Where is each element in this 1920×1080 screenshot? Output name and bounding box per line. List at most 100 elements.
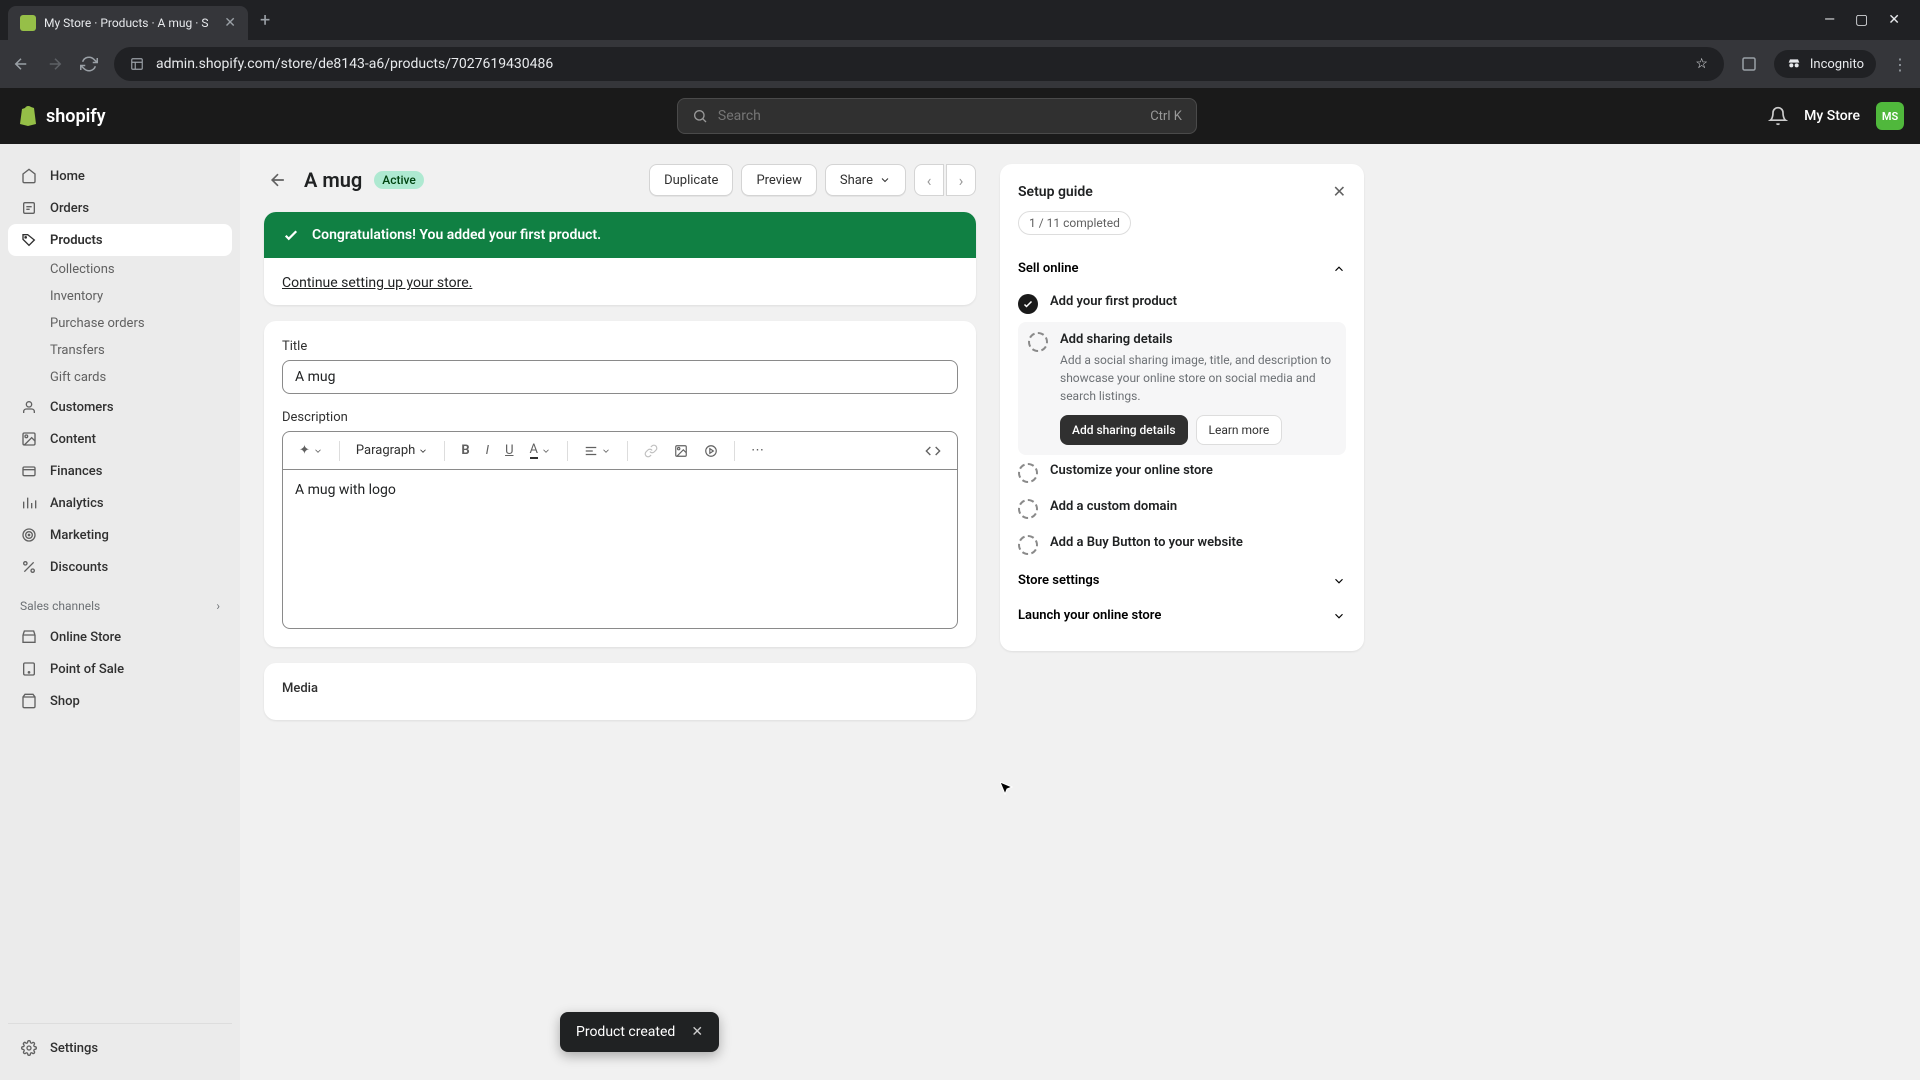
setup-step-domain[interactable]: Add a custom domain <box>1018 491 1346 527</box>
setup-section-launch[interactable]: Launch your online store <box>1018 598 1346 633</box>
success-banner: Congratulations! You added your first pr… <box>264 212 976 305</box>
notifications-icon[interactable] <box>1768 106 1788 126</box>
close-setup-icon[interactable]: ✕ <box>1333 182 1346 201</box>
banner-top: Congratulations! You added your first pr… <box>264 212 976 258</box>
back-arrow-icon[interactable] <box>264 166 292 194</box>
rte-image[interactable] <box>668 440 694 462</box>
pager-prev[interactable]: ‹ <box>914 164 944 196</box>
store-name[interactable]: My Store <box>1804 108 1860 124</box>
share-button[interactable]: Share <box>825 164 906 196</box>
reload-icon[interactable] <box>80 55 98 73</box>
sidebar-item-orders[interactable]: Orders <box>8 192 232 224</box>
rte-link[interactable] <box>638 440 664 462</box>
step-check-empty <box>1018 463 1038 483</box>
rte-toolbar: ✦ Paragraph B I U A ⋯ <box>282 431 958 469</box>
sidebar-item-discounts[interactable]: Discounts <box>8 551 232 583</box>
rte-underline[interactable]: U <box>499 439 519 462</box>
description-editor[interactable]: A mug with logo <box>282 469 958 629</box>
forward-icon[interactable] <box>46 55 64 73</box>
shopify-logo[interactable]: shopify <box>16 104 106 128</box>
url-bar[interactable]: admin.shopify.com/store/de8143-a6/produc… <box>114 47 1724 81</box>
setup-step-first-product[interactable]: Add your first product <box>1018 286 1346 322</box>
setup-section-sell-online[interactable]: Sell online <box>1018 251 1346 286</box>
rte-more[interactable]: ⋯ <box>745 439 770 462</box>
sidebar-item-marketing[interactable]: Marketing <box>8 519 232 551</box>
avatar[interactable]: MS <box>1876 102 1904 130</box>
setup-step-sharing[interactable]: Add sharing details Add a social sharing… <box>1018 322 1346 455</box>
main-content: A mug Active Duplicate Preview Share ‹ ›… <box>240 144 1000 1080</box>
preview-button[interactable]: Preview <box>741 164 816 196</box>
learn-more-button[interactable]: Learn more <box>1196 415 1283 445</box>
sales-channels-header[interactable]: Sales channels› <box>8 583 232 621</box>
search-input[interactable] <box>718 108 1140 124</box>
incognito-badge[interactable]: Incognito <box>1774 50 1876 78</box>
right-panel: Setup guide ✕ 1 / 11 completed Sell onli… <box>1000 144 1380 1080</box>
media-card: Media <box>264 663 976 720</box>
minimize-icon[interactable]: — <box>1824 12 1835 28</box>
sidebar-item-customers[interactable]: Customers <box>8 391 232 423</box>
search-box[interactable]: Ctrl K <box>677 98 1197 134</box>
step-check-empty <box>1018 535 1038 555</box>
chevron-down-icon <box>1332 609 1346 623</box>
sidebar-item-home[interactable]: Home <box>8 160 232 192</box>
back-icon[interactable] <box>12 55 30 73</box>
sidebar-sub-gift-cards[interactable]: Gift cards <box>8 364 232 391</box>
chevron-down-icon <box>879 174 891 186</box>
browser-menu-icon[interactable]: ⋮ <box>1892 55 1908 74</box>
rte-color[interactable]: A <box>524 438 557 463</box>
sidebar-item-analytics[interactable]: Analytics <box>8 487 232 519</box>
shopify-icon <box>16 104 40 128</box>
rte-html-toggle[interactable] <box>919 439 947 463</box>
chevron-down-icon <box>1332 574 1346 588</box>
setup-step-buy-button[interactable]: Add a Buy Button to your website <box>1018 527 1346 563</box>
step-check-done <box>1018 294 1038 314</box>
rte-italic[interactable]: I <box>480 439 495 462</box>
marketing-icon <box>20 526 38 544</box>
sidebar-sub-collections[interactable]: Collections <box>8 256 232 283</box>
incognito-icon <box>1786 56 1802 72</box>
title-input[interactable] <box>282 360 958 394</box>
rte-align[interactable] <box>578 440 617 462</box>
sidebar-item-finances[interactable]: Finances <box>8 455 232 487</box>
sidebar-item-pos[interactable]: Point of Sale <box>8 653 232 685</box>
description-label: Description <box>282 410 958 425</box>
search-icon <box>692 108 708 124</box>
rte-paragraph-select[interactable]: Paragraph <box>350 439 434 462</box>
sidebar-item-shop[interactable]: Shop <box>8 685 232 717</box>
customers-icon <box>20 398 38 416</box>
app-container: shopify Ctrl K My Store MS Home Orders P… <box>0 88 1920 1080</box>
setup-step-customize[interactable]: Customize your online store <box>1018 455 1346 491</box>
url-text: admin.shopify.com/store/de8143-a6/produc… <box>156 56 1683 72</box>
new-tab-button[interactable]: + <box>260 10 270 31</box>
rte-magic-icon[interactable]: ✦ <box>293 439 329 462</box>
setup-title: Setup guide <box>1018 184 1093 200</box>
browser-tab[interactable]: My Store · Products · A mug · S ✕ <box>8 6 248 40</box>
check-icon <box>282 226 300 244</box>
sidebar-sub-purchase-orders[interactable]: Purchase orders <box>8 310 232 337</box>
rte-video[interactable] <box>698 440 724 462</box>
site-settings-icon[interactable] <box>130 57 144 71</box>
add-sharing-button[interactable]: Add sharing details <box>1060 415 1188 445</box>
bookmark-icon[interactable]: ☆ <box>1695 56 1708 72</box>
home-icon <box>20 167 38 185</box>
close-tab-icon[interactable]: ✕ <box>224 15 236 31</box>
window-controls: — ▢ ✕ <box>1824 12 1912 28</box>
extensions-icon[interactable] <box>1740 55 1758 73</box>
rte-bold[interactable]: B <box>455 439 475 462</box>
toast-close-icon[interactable]: ✕ <box>691 1024 703 1040</box>
duplicate-button[interactable]: Duplicate <box>649 164 733 196</box>
sidebar-item-settings[interactable]: Settings <box>8 1032 232 1064</box>
sidebar-item-content[interactable]: Content <box>8 423 232 455</box>
maximize-icon[interactable]: ▢ <box>1855 12 1868 28</box>
sidebar-sub-transfers[interactable]: Transfers <box>8 337 232 364</box>
sidebar-sub-inventory[interactable]: Inventory <box>8 283 232 310</box>
sidebar-item-products[interactable]: Products <box>8 224 232 256</box>
pager-next[interactable]: › <box>946 164 976 196</box>
setup-section-store-settings[interactable]: Store settings <box>1018 563 1346 598</box>
pager: ‹ › <box>914 164 976 196</box>
sidebar-item-online-store[interactable]: Online Store <box>8 621 232 653</box>
close-window-icon[interactable]: ✕ <box>1888 12 1900 28</box>
banner-link[interactable]: Continue setting up your store. <box>282 275 472 291</box>
gear-icon <box>20 1039 38 1057</box>
sidebar-bottom: Settings <box>8 1023 232 1064</box>
